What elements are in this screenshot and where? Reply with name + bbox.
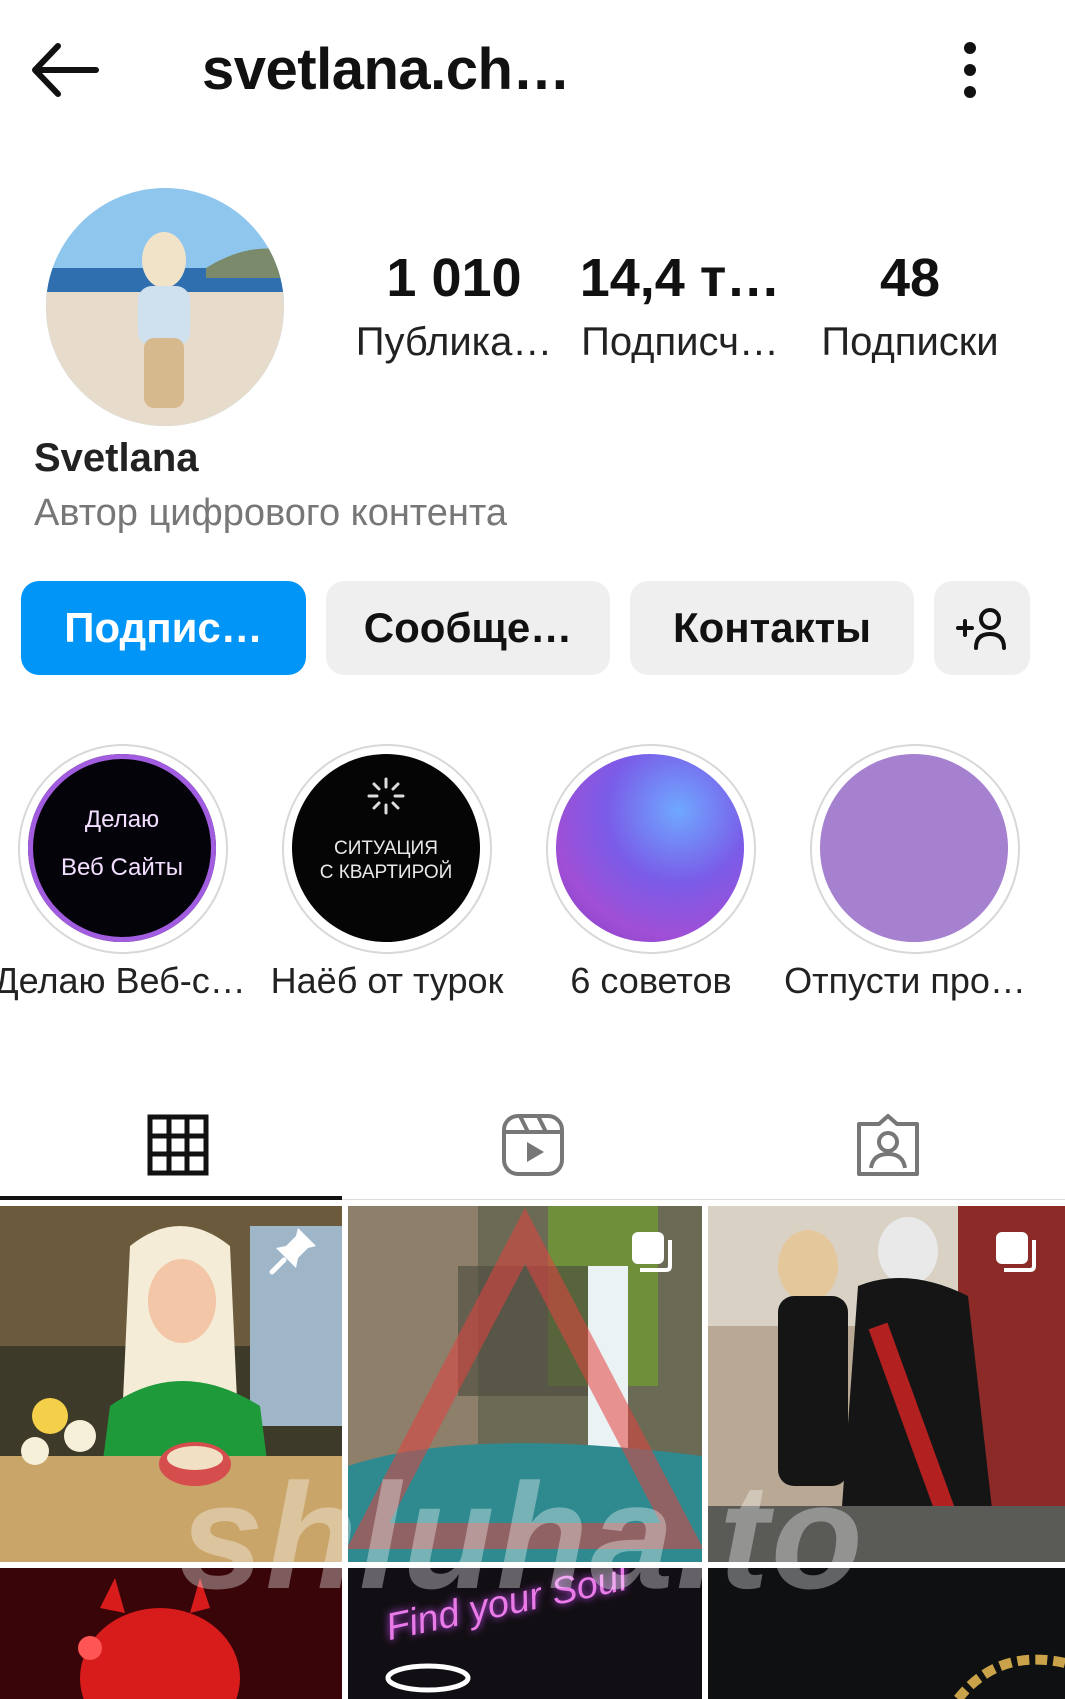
highlight-tips[interactable] [546, 744, 756, 954]
tagged-icon [856, 1114, 919, 1176]
post-tile[interactable] [0, 1206, 342, 1562]
post-tile[interactable] [708, 1568, 1065, 1699]
active-tab-indicator [0, 1196, 342, 1200]
back-button[interactable] [26, 30, 106, 110]
more-options-button[interactable] [945, 30, 995, 110]
avatar-photo [46, 188, 284, 426]
highlight-cover [556, 754, 744, 942]
grid-icon [147, 1114, 208, 1176]
stat-followers-label: Подписч… [581, 320, 779, 364]
profile-avatar[interactable] [46, 188, 284, 426]
post-image [0, 1568, 342, 1699]
loading-spinner-icon [367, 777, 405, 815]
stat-posts-label: Публика… [355, 320, 553, 364]
post-tile[interactable] [348, 1206, 702, 1562]
stat-following-value: 48 [879, 248, 941, 308]
highlight-cover-text-1: Делаю [84, 806, 160, 833]
stat-posts[interactable]: 1 010 Публика… [344, 246, 564, 370]
tab-posts[interactable] [0, 1090, 355, 1200]
arrow-left-icon [32, 43, 99, 97]
highlight-turks[interactable]: СИТУАЦИЯ С КВАРТИРОЙ [282, 744, 492, 954]
highlight-cover: Делаю Веб Сайты [28, 754, 216, 942]
pin-icon [269, 1228, 316, 1275]
post-image [708, 1568, 1065, 1699]
highlight-label: Делаю Веб-с… [0, 960, 246, 1001]
highlight-label: Наёб от турок [270, 960, 504, 1001]
more-vertical-icon [964, 42, 976, 98]
reels-icon [501, 1114, 564, 1176]
highlight-cover [820, 754, 1008, 942]
highlight-let-go[interactable] [810, 744, 1020, 954]
post-tile[interactable] [0, 1568, 342, 1699]
highlight-cover-text-2: Веб Сайты [60, 854, 184, 881]
highlight-label: Отпусти про… [784, 960, 1026, 1001]
stat-followers-value: 14,4 т… [579, 248, 781, 308]
stat-followers[interactable]: 14,4 т… Подписч… [570, 246, 790, 370]
tab-reels[interactable] [355, 1090, 710, 1200]
message-button[interactable]: Сообще… [326, 581, 610, 675]
profile-category: Автор цифрового контента [34, 492, 508, 534]
post-tile[interactable]: Find your Soul [348, 1568, 702, 1699]
follow-button[interactable]: Подпис… [21, 581, 306, 675]
tab-tagged[interactable] [710, 1090, 1065, 1200]
highlight-web-sites[interactable]: Делаю Веб Сайты [18, 744, 228, 954]
post-tile[interactable] [708, 1206, 1065, 1562]
profile-username-title: svetlana.ch… [202, 37, 570, 102]
carousel-icon [632, 1232, 672, 1272]
highlight-cover: СИТУАЦИЯ С КВАРТИРОЙ [292, 754, 480, 942]
contacts-button[interactable]: Контакты [630, 581, 914, 675]
add-user-button[interactable] [934, 581, 1030, 675]
stat-following[interactable]: 48 Подписки [800, 246, 1020, 370]
add-user-icon [956, 608, 1006, 650]
highlight-cover-text-2: С КВАРТИРОЙ [319, 862, 453, 883]
highlight-cover-text-1: СИТУАЦИЯ [334, 838, 438, 859]
profile-name: Svetlana [34, 436, 199, 480]
carousel-icon [996, 1232, 1036, 1272]
highlight-label: 6 советов [570, 960, 732, 1001]
stat-following-label: Подписки [821, 320, 999, 364]
stat-posts-value: 1 010 [386, 248, 522, 308]
